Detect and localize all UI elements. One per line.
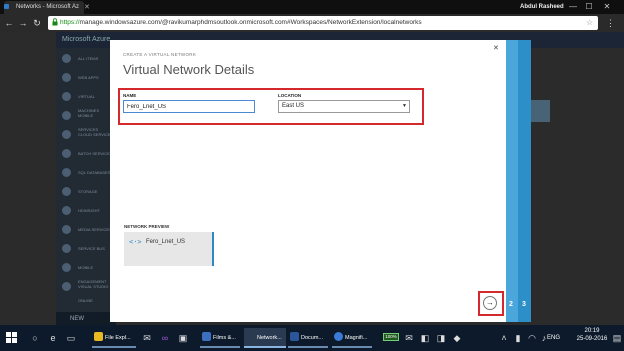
sidebar-item[interactable]: MOBILE ENGAGEMENT [58,261,114,284]
clock-time: 20:19 [584,328,600,334]
dialog-title: Virtual Network Details [123,62,255,77]
gmail-tray-icon[interactable]: ✉ [402,330,416,346]
show-hidden-icons-icon[interactable]: ˄ [497,330,511,346]
tray-app-icon[interactable]: ◨ [434,330,448,346]
url-scheme: https:// [60,19,80,26]
sidebar-item[interactable]: ALL ITEMS [58,52,114,66]
dialog-subtitle: CREATE A VIRTUAL NETWORK [123,52,197,57]
create-virtual-network-dialog [110,40,506,322]
url-text: https://manage.windowsazure.com/@ravikum… [60,16,422,30]
visual-studio-icon[interactable]: ∞ [158,330,172,346]
taskbar-app-word[interactable]: Docum... [288,328,328,348]
taskbar-app-films[interactable]: Films &... [200,328,240,348]
mail-icon[interactable]: ✉ [140,330,154,346]
next-arrow-button[interactable]: → [483,296,497,310]
notification-center-icon[interactable]: ▤ [612,330,622,346]
forward-button[interactable]: → [16,14,30,32]
reload-button[interactable]: ↻ [30,14,44,32]
clock-date: 25-09-2016 [576,336,608,342]
name-input[interactable] [123,100,255,113]
location-select[interactable]: East US [278,100,410,113]
taskbar-app-chrome[interactable]: Network... [244,328,286,348]
sidebar-item[interactable]: HDINSIGHT [58,204,114,218]
battery-indicator[interactable]: 100% [383,333,399,341]
lock-icon [52,18,58,26]
url-path: manage.windowsazure.com/@ravikumarphdmso… [79,19,422,26]
wizard-step-current [506,40,518,322]
chrome-user-name[interactable]: Abdul Rasheed [520,0,564,14]
battery-icon[interactable]: ▮ [511,330,525,346]
sidebar-item[interactable]: SQL DATABASES [58,166,114,180]
sidebar-item[interactable]: STORAGE [58,185,114,199]
language-indicator[interactable]: ENG [547,325,560,351]
sidebar-item[interactable]: MEDIA SERVICES [58,223,114,237]
clock[interactable]: 20:19 25-09-2016 [572,327,612,343]
cortana-search-icon[interactable]: ○ [28,330,42,346]
browser-tab[interactable]: Networks - Microsoft Az [4,1,84,14]
wizard-step-3[interactable]: 3 [522,301,526,308]
maximize-button[interactable]: ☐ [582,0,596,14]
sidebar-item[interactable]: BATCH SERVICES [58,147,114,161]
tray-app-icon[interactable]: ◆ [450,330,464,346]
tray-app-icon[interactable]: ◧ [418,330,432,346]
back-button[interactable]: ← [2,14,16,32]
dropdown-caret-icon[interactable]: ▼ [402,100,407,113]
minimize-button[interactable]: — [566,0,580,14]
sidebar-item[interactable]: VIRTUAL MACHINES [58,90,114,113]
sidebar-item[interactable]: VISUAL STUDIO ONLINE [58,280,114,303]
store-icon[interactable]: ▣ [176,330,190,346]
network-preview-label: NETWORK PREVIEW [124,224,170,229]
sidebar-item[interactable]: CLOUD SERVICES [58,128,114,142]
task-view-icon[interactable]: ▭ [64,330,78,346]
taskbar-app-magnifier[interactable]: Magnifi... [332,328,372,348]
chrome-menu-icon[interactable]: ⋮ [606,14,615,32]
name-label: NAME [123,93,137,98]
wizard-step-2[interactable]: 2 [509,301,513,308]
taskbar-app-file-explorer[interactable]: File Expl... [92,328,136,348]
portal-logo: Microsoft Azure [62,36,111,43]
location-label: LOCATION [278,93,302,98]
tab-close-icon[interactable]: ✕ [84,1,90,14]
portal-selected-row [530,100,550,122]
windows-start-icon[interactable] [6,332,17,343]
window-close-button[interactable]: ✕ [600,0,614,14]
portal-new-button[interactable]: NEW [56,312,116,326]
edge-browser-icon[interactable]: e [46,330,60,346]
sidebar-item[interactable]: WEB APPS [58,71,114,85]
sidebar-item[interactable]: SERVICE BUS [58,242,114,256]
azure-favicon-icon [4,4,9,9]
network-preview-name: Fero_Lnet_US [146,239,186,245]
sidebar-item[interactable]: MOBILE SERVICES [58,109,114,132]
network-icon: <·> [129,238,142,246]
dialog-close-button[interactable]: ✕ [493,45,499,53]
bookmark-star-icon[interactable]: ☆ [586,16,593,30]
